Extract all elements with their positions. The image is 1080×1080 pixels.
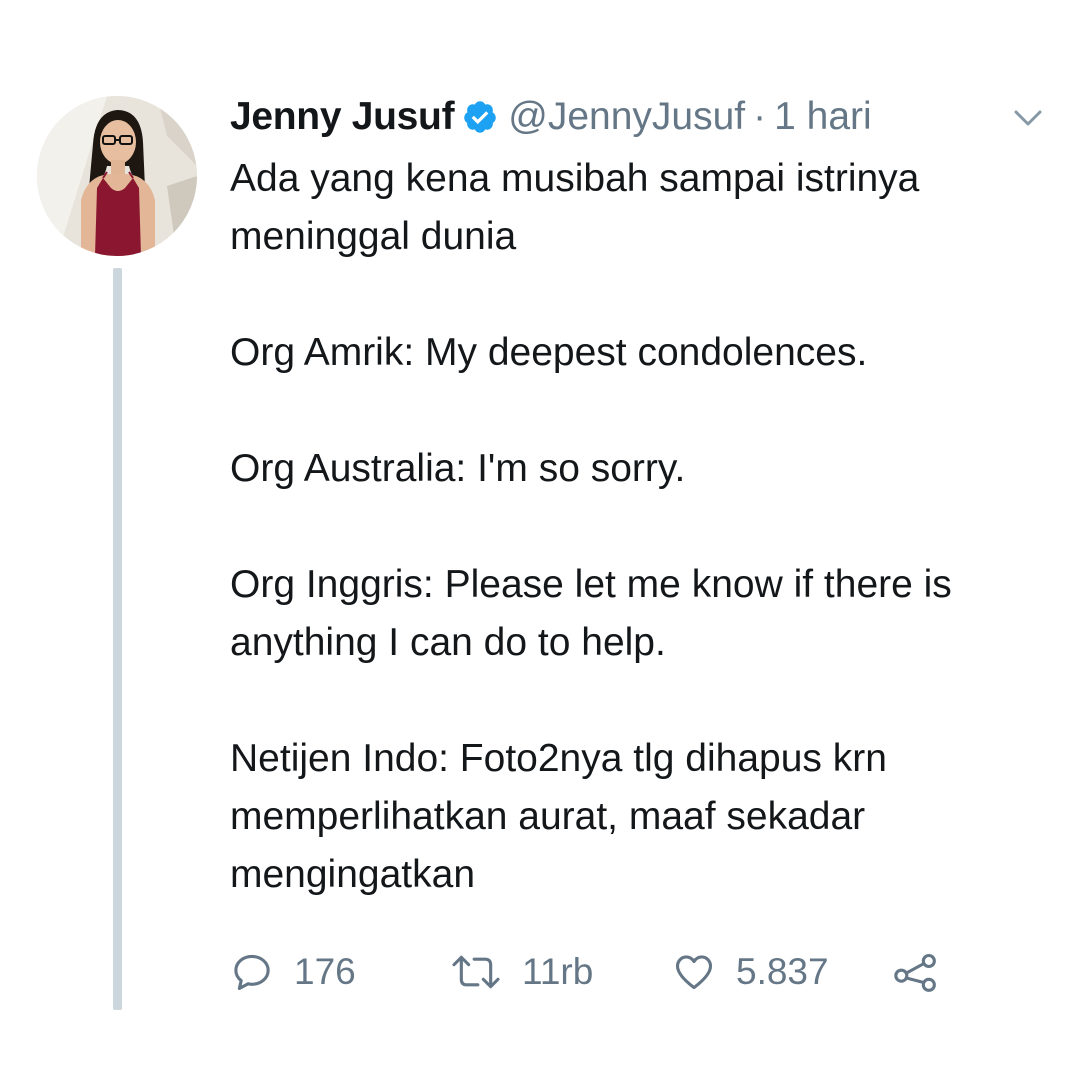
separator-dot: · (753, 95, 767, 138)
verified-badge-icon (454, 99, 508, 135)
share-icon (894, 953, 936, 992)
share-button[interactable] (892, 950, 940, 994)
retweet-count: 11rb (522, 951, 594, 992)
tweet-paragraph: Netijen Indo: Foto2nya tlg dihapus krn m… (230, 737, 887, 896)
reply-count: 176 (294, 951, 356, 992)
thread-line (113, 268, 122, 1010)
tweet-paragraph: Org Inggris: Please let me know if there… (230, 563, 952, 664)
tweet-paragraph: Ada yang kena musibah sampai istrinya me… (230, 157, 920, 258)
chevron-down-icon[interactable] (1010, 100, 1046, 136)
tweet-paragraph: Org Amrik: My deepest condolences. (230, 331, 868, 374)
author-handle[interactable]: @JennyJusuf (508, 94, 745, 140)
like-count: 5.837 (736, 951, 829, 992)
tweet: Jenny Jusuf @JennyJusuf · 1 hari Ada yan… (0, 0, 1080, 1080)
retweet-button[interactable]: 11rb (450, 950, 672, 994)
reply-icon (234, 954, 270, 991)
like-button[interactable]: 5.837 (672, 950, 892, 994)
tweet-timestamp[interactable]: 1 hari (774, 94, 872, 140)
tweet-header: Jenny Jusuf @JennyJusuf · 1 hari (230, 94, 1060, 140)
author-name[interactable]: Jenny Jusuf (230, 94, 455, 140)
retweet-icon (452, 955, 500, 989)
reply-button[interactable]: 176 (230, 950, 450, 994)
tweet-text: Ada yang kena musibah sampai istrinya me… (230, 150, 1050, 904)
tweet-actions: 176 11rb 5.837 (230, 942, 1050, 1002)
tweet-paragraph: Org Australia: I'm so sorry. (230, 447, 686, 490)
avatar[interactable] (37, 96, 197, 256)
like-icon (675, 955, 713, 990)
